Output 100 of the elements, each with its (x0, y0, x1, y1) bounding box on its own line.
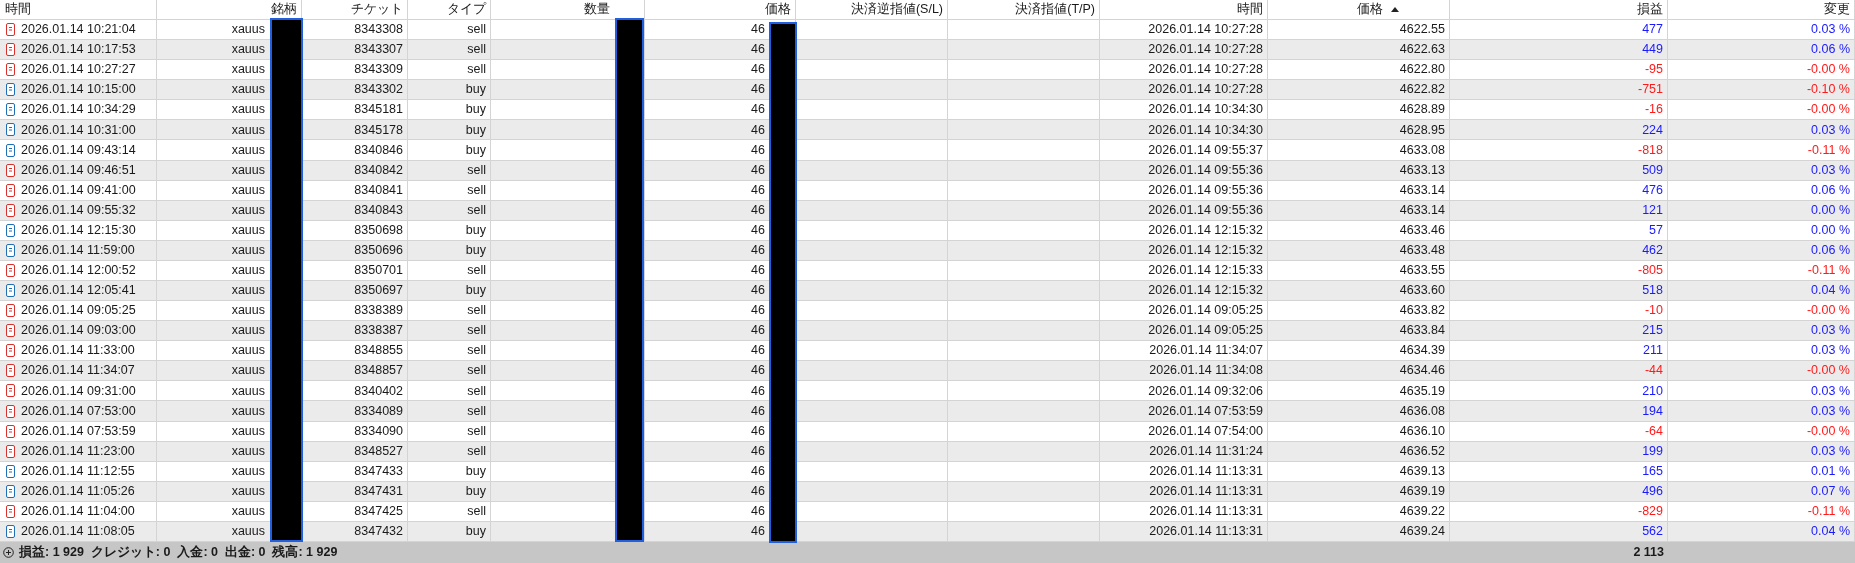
column-header[interactable]: 時間 (5, 0, 31, 19)
table-cell-text: 46 (751, 442, 765, 460)
table-cell-text: 2026.01.14 12:15:32 (1148, 221, 1263, 239)
column-header[interactable]: タイプ (447, 0, 486, 19)
change-value: 0.00 % (1811, 201, 1850, 219)
table-cell-text: 4639.19 (1399, 482, 1445, 500)
profit-value: 476 (1642, 181, 1663, 199)
table-cell-text: 46 (751, 21, 765, 39)
table-cell-text: buy (465, 81, 486, 99)
table-cell-text: 4636.52 (1399, 442, 1445, 460)
table-cell-text: xauus (231, 101, 265, 119)
column-header[interactable]: 数量 (584, 0, 610, 19)
table-cell-text: 2026.01.14 12:15:32 (1148, 242, 1263, 259)
table-cell-text: 8348527 (354, 442, 403, 460)
column-header[interactable]: チケット (351, 0, 403, 19)
table-cell-text: xauus (231, 121, 265, 139)
table-cell-text: 46 (751, 121, 765, 139)
table-cell-text: xauus (231, 482, 265, 500)
profit-value: 224 (1642, 121, 1663, 139)
table-cell-text: xauus (231, 242, 265, 259)
table-cell-text: 2026.01.14 11:34:08 (1149, 362, 1263, 380)
column-header[interactable]: 決済逆指値(S/L) (850, 0, 943, 19)
profit-value: 199 (1642, 442, 1663, 460)
table-cell-text: 2026.01.14 09:55:36 (1148, 181, 1263, 199)
table-cell-text: 8348855 (354, 342, 403, 360)
table-cell-text: sell (467, 342, 486, 360)
table-cell-text: 2026.01.14 10:27:28 (1148, 81, 1263, 99)
table-cell-text: 2026.01.14 09:43:14 (21, 141, 136, 159)
profit-value: 121 (1642, 201, 1663, 219)
table-cell-text: xauus (231, 442, 265, 460)
change-value: 0.07 % (1811, 482, 1850, 500)
table-cell-text: sell (467, 201, 486, 219)
table-cell-text: xauus (231, 221, 265, 239)
column-header[interactable]: 価格 (1357, 0, 1399, 19)
table-cell-text: 4639.24 (1399, 523, 1445, 541)
table-cell-text: 8340841 (354, 181, 403, 199)
change-value: 0.03 % (1811, 382, 1850, 400)
table-cell-text: 8340843 (354, 201, 403, 219)
table-cell-text: xauus (231, 161, 265, 179)
table-cell-text: 4633.08 (1399, 141, 1445, 159)
table-cell-text: 8340402 (354, 382, 403, 400)
profit-value: -16 (1644, 101, 1663, 119)
profit-value: -818 (1637, 141, 1663, 159)
expand-icon[interactable] (3, 547, 14, 559)
table-cell-text: 46 (751, 181, 765, 199)
profit-value: 509 (1642, 161, 1663, 179)
summary-text: 損益: 1 929 クレジット: 0 入金: 0 出金: 0 残高: 1 929 (19, 543, 338, 562)
table-cell-text: 4634.46 (1399, 362, 1445, 380)
table-cell-text: 2026.01.14 10:27:28 (1148, 21, 1263, 39)
column-header[interactable]: 変更 (1824, 0, 1850, 19)
table-cell-text: 46 (751, 523, 765, 541)
change-value: 0.03 % (1811, 21, 1850, 39)
table-cell-text: sell (467, 442, 486, 460)
table-cell-text: 2026.01.14 09:31:00 (21, 382, 136, 400)
table-cell-text: 2026.01.14 11:59:00 (21, 242, 135, 259)
table-cell-text: 8343307 (354, 41, 403, 59)
column-header[interactable]: 銘柄 (271, 0, 297, 19)
change-value: 0.00 % (1811, 221, 1850, 239)
table-cell-text: 8338389 (354, 302, 403, 320)
table-cell-text: 2026.01.14 07:53:59 (1148, 402, 1263, 420)
table-cell-text: 46 (751, 41, 765, 59)
table-cell-text: 46 (751, 362, 765, 380)
table-cell-text: 4634.39 (1399, 342, 1445, 360)
table-cell-text: 2026.01.14 09:41:00 (21, 181, 136, 199)
table-cell-text: 4633.84 (1399, 322, 1445, 340)
table-cell-text: xauus (231, 503, 265, 521)
profit-value: 211 (1643, 342, 1663, 360)
table-cell-text: 8338387 (354, 322, 403, 340)
profit-value: -95 (1644, 61, 1663, 79)
profit-value: -829 (1637, 503, 1663, 521)
table-cell-text: 46 (751, 61, 765, 79)
change-value: 0.04 % (1811, 282, 1850, 300)
table-cell-text: 4639.22 (1399, 503, 1445, 521)
table-cell-text: 4633.55 (1399, 262, 1445, 280)
table-cell-text: 2026.01.14 09:55:32 (21, 201, 136, 219)
table-cell-text: xauus (231, 141, 265, 159)
table-cell-text: 8350697 (354, 282, 403, 300)
table-cell-text: 2026.01.14 10:27:27 (21, 61, 136, 79)
table-cell-text: 46 (751, 262, 765, 280)
table-cell-text: buy (465, 523, 486, 541)
column-header[interactable]: 時間 (1237, 0, 1263, 19)
table-cell-text: 2026.01.14 09:55:37 (1148, 141, 1263, 159)
table-cell-text: sell (467, 181, 486, 199)
column-header[interactable]: 損益 (1637, 0, 1663, 19)
column-header[interactable]: 決済指値(T/P) (1015, 0, 1095, 19)
table-cell-text: buy (465, 101, 486, 119)
table-cell-text: 8350701 (354, 262, 403, 280)
table-cell-text: 46 (751, 242, 765, 259)
table-cell-text: xauus (231, 422, 265, 440)
table-cell-text: 8345178 (354, 121, 403, 139)
change-value: 0.03 % (1811, 342, 1850, 360)
table-cell-text: 2026.01.14 09:05:25 (1148, 302, 1263, 320)
table-cell-text: 2026.01.14 10:34:30 (1148, 101, 1263, 119)
table-cell-text: sell (467, 322, 486, 340)
change-value: 0.04 % (1811, 523, 1850, 541)
table-cell-text: xauus (231, 21, 265, 39)
column-header[interactable]: 価格 (765, 0, 791, 19)
table-cell-text: xauus (231, 61, 265, 79)
table-cell-text: 2026.01.14 10:31:00 (21, 121, 136, 139)
change-value: -0.00 % (1806, 362, 1850, 380)
